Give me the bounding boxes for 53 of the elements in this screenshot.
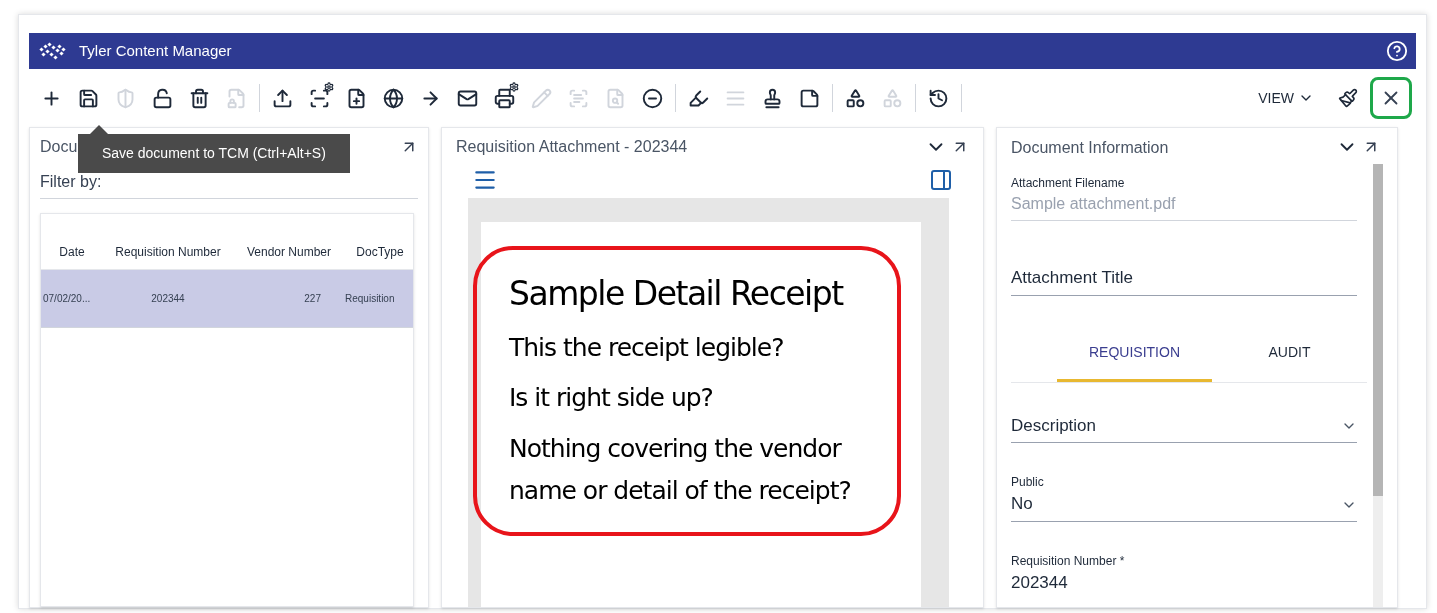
panel-title: Document Information [1011, 138, 1169, 158]
view-menu[interactable]: VIEW [1258, 87, 1314, 109]
scanner-icon [309, 87, 330, 109]
printer-icon [494, 87, 515, 109]
panel-title: Docu [40, 137, 78, 157]
upload-icon [272, 87, 293, 109]
page-icon [799, 87, 820, 109]
gear-icon [509, 82, 519, 92]
receipt-heading: Sample Detail Receipt [509, 273, 845, 316]
document-search-icon [605, 87, 626, 109]
paintbrush-icon[interactable] [1338, 88, 1358, 108]
globe-icon [383, 87, 404, 109]
select-field[interactable]: Public No [1011, 473, 1357, 522]
history-icon [928, 87, 949, 109]
help-icon[interactable] [1386, 40, 1408, 62]
close-button[interactable] [1370, 77, 1412, 119]
save-icon [78, 87, 99, 109]
stamp-icon [762, 87, 783, 109]
file-lock-icon [226, 87, 247, 109]
tab[interactable]: AUDIT [1212, 325, 1367, 382]
table-cell-text: Requisition [345, 292, 396, 306]
scrollbar[interactable] [1373, 164, 1383, 607]
sidebar-toggle-icon[interactable] [929, 168, 953, 192]
text-box-icon [568, 87, 589, 109]
column-header[interactable]: Date [41, 243, 103, 261]
column-header[interactable]: DocType [345, 243, 415, 261]
table-cell-text: 202344 [150, 292, 186, 306]
requisition-number-field[interactable]: Requisition Number * 202344 [1011, 551, 1357, 595]
tab[interactable]: REQUISITION [1057, 325, 1212, 382]
receipt-text: Is it right side up? [509, 382, 714, 415]
table-cell-text: 227 [303, 292, 322, 306]
receipt-text: Nothing covering the vendor name or detail of the receipt? [509, 432, 852, 508]
table-row[interactable]: 07/02/20... 202344 227 Requisition [41, 270, 413, 328]
trash-icon [189, 87, 210, 109]
gear-icon [324, 82, 334, 92]
shapes-icon [882, 87, 903, 109]
filename-field: Attachment Filename Sample attachment.pdf [1011, 174, 1357, 221]
shield-icon [115, 87, 136, 109]
table-cell-text: 07/02/20... [42, 292, 92, 306]
select-field[interactable]: Description [1011, 412, 1357, 443]
panel-title: Requisition Attachment - 202344 [456, 137, 688, 157]
column-header[interactable]: Vendor Number [233, 243, 345, 261]
column-header[interactable]: Requisition Number [103, 243, 233, 261]
tooltip: Save document to TCM (Ctrl+Alt+S) [78, 134, 350, 173]
unlock-icon [152, 87, 173, 109]
minus-circle-icon [642, 87, 663, 109]
receipt-text: This the receipt legible? [509, 331, 785, 364]
title-field[interactable]: Attachment Title [1011, 265, 1357, 296]
app-title: Tyler Content Manager [79, 40, 232, 61]
pencil-icon [531, 87, 552, 109]
shapes-icon [845, 87, 866, 109]
logo-icon [37, 40, 67, 62]
file-add-icon [346, 87, 367, 109]
